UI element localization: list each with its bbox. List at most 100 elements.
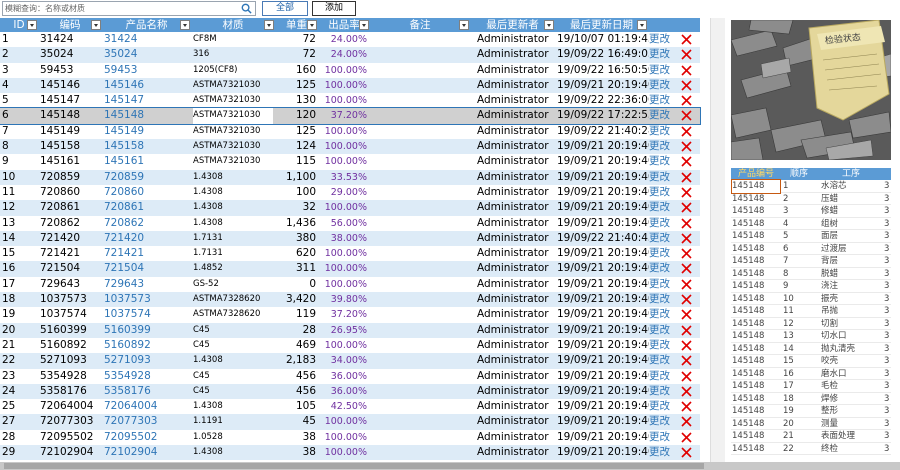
product-name-link[interactable]: 720861 [104, 200, 188, 215]
edit-link[interactable]: 更改 [649, 185, 674, 200]
close-icon[interactable] [681, 432, 692, 443]
product-name-link[interactable]: 720860 [104, 185, 188, 200]
delete-button[interactable] [680, 78, 694, 93]
close-icon[interactable] [681, 370, 692, 382]
table-row[interactable]: 6 145148 145148 ASTMA7321030 120 37.20% Admini… [0, 107, 701, 125]
edit-link[interactable]: 更改 [649, 93, 674, 108]
delete-button[interactable] [680, 323, 694, 338]
table-row[interactable]: 22 5271093 5271093 1.4308 2,183 34.00% Adminis… [0, 353, 700, 369]
filter-dropdown-icon[interactable] [91, 20, 101, 30]
filter-dropdown-icon[interactable] [637, 20, 647, 30]
edit-link[interactable]: 更改 [649, 399, 674, 414]
delete-button[interactable] [680, 338, 694, 353]
edit-link[interactable]: 更改 [649, 384, 674, 399]
table-row[interactable]: 27 72077303 72077303 1.1191 45 100.00% Adminis… [0, 414, 700, 430]
close-icon[interactable] [681, 233, 692, 244]
table-row[interactable]: 13 720862 720862 1.4308 1,436 56.00% Administr… [0, 216, 700, 231]
close-icon[interactable] [681, 355, 692, 366]
header-rate[interactable]: 出品率 [318, 18, 370, 32]
delete-button[interactable] [680, 47, 694, 62]
search-input[interactable] [5, 2, 237, 15]
table-row[interactable]: 14 721420 721420 1.7131 380 38.00% Administrat… [0, 230, 700, 247]
delete-button[interactable] [680, 399, 694, 414]
product-name-link[interactable]: 5358176 [104, 384, 188, 399]
edit-link[interactable]: 更改 [649, 154, 674, 169]
table-row[interactable]: 8 145158 145158 ASTMA7321030 124 100.00% Admin… [0, 139, 700, 155]
edit-link[interactable]: 更改 [649, 78, 674, 93]
process-row[interactable]: 145148 9 浇注 3 [731, 280, 891, 293]
close-icon[interactable] [681, 279, 692, 290]
close-icon[interactable] [681, 248, 692, 259]
edit-link[interactable]: 更改 [649, 292, 674, 307]
search-icon[interactable] [241, 3, 252, 14]
table-row[interactable]: 19 1037574 1037574 ASTMA7328620 119 37.20% Adm… [0, 307, 700, 322]
table-row[interactable]: 28 72095502 72095502 1.0528 38 100.00% Adminis… [0, 430, 700, 445]
filter-dropdown-icon[interactable] [264, 20, 274, 30]
close-icon[interactable] [681, 325, 692, 336]
product-name-link[interactable]: 720862 [104, 216, 188, 231]
edit-link[interactable]: 更改 [649, 124, 674, 139]
close-icon[interactable] [681, 49, 692, 60]
edit-link[interactable]: 更改 [649, 200, 674, 215]
delete-button[interactable] [680, 216, 694, 231]
edit-link[interactable]: 更改 [649, 338, 674, 353]
process-row[interactable]: 145148 5 面层 3 [731, 230, 891, 243]
process-row[interactable]: 145148 6 过渡层 3 [731, 243, 891, 255]
edit-link[interactable]: 更改 [649, 277, 674, 292]
delete-button[interactable] [680, 292, 694, 307]
table-row[interactable]: 18 1037573 1037573 ASTMA7328620 3,420 39.80% A… [0, 292, 700, 308]
header-process[interactable]: 工序 [817, 168, 885, 180]
edit-link[interactable]: 更改 [649, 170, 674, 185]
table-row[interactable]: 23 5354928 5354928 C45 456 36.00% Administrato… [0, 369, 700, 384]
close-icon[interactable] [681, 447, 692, 458]
header-code[interactable]: 编码 [38, 18, 102, 32]
edit-link[interactable]: 更改 [649, 307, 674, 322]
process-row[interactable]: 145148 18 焊修 3 [731, 393, 891, 405]
table-row[interactable]: 2 35024 35024 316 72 24.00% Administrator 19/09… [0, 47, 700, 63]
process-row[interactable]: 145148 21 表面处理 3 [731, 430, 891, 443]
table-row[interactable]: 15 721421 721421 1.7131 620 100.00% Administra… [0, 246, 700, 261]
show-all-button[interactable]: 全部 [262, 1, 308, 16]
process-row[interactable]: 145148 17 毛检 3 [731, 380, 891, 393]
search-box[interactable] [2, 1, 256, 16]
process-row[interactable]: 145148 11 吊抛 3 [731, 305, 891, 318]
edit-link[interactable]: 更改 [649, 32, 674, 47]
table-row[interactable]: 24 5358176 5358176 C45 456 36.00% Administrato… [0, 383, 700, 400]
close-icon[interactable] [681, 202, 692, 213]
product-name-link[interactable]: 5271093 [104, 353, 188, 368]
delete-button[interactable] [680, 63, 694, 78]
close-icon[interactable] [681, 263, 692, 275]
edit-link[interactable]: 更改 [649, 231, 674, 246]
product-name-link[interactable]: 721504 [104, 261, 188, 276]
delete-button[interactable] [680, 430, 694, 445]
table-row[interactable]: 25 72064004 72064004 1.4308 105 42.50% Adminis… [0, 399, 700, 414]
product-name-link[interactable]: 1037573 [104, 292, 188, 307]
delete-button[interactable] [680, 261, 694, 276]
header-updated[interactable]: 最后更新日期 [555, 18, 648, 32]
close-icon[interactable] [681, 340, 692, 351]
close-icon[interactable] [681, 34, 692, 45]
edit-link[interactable]: 更改 [649, 246, 674, 261]
scrollbar-thumb[interactable] [4, 463, 704, 469]
delete-button[interactable] [680, 307, 694, 322]
product-name-link[interactable]: 721420 [104, 231, 188, 246]
product-name-link[interactable]: 721421 [104, 246, 188, 261]
filter-dropdown-icon[interactable] [359, 20, 369, 30]
product-name-link[interactable]: 5354928 [104, 369, 188, 384]
close-icon[interactable] [681, 156, 692, 167]
delete-button[interactable] [680, 154, 694, 169]
edit-link[interactable]: 更改 [649, 353, 674, 368]
close-icon[interactable] [681, 294, 692, 305]
close-icon[interactable] [681, 172, 692, 183]
edit-link[interactable]: 更改 [649, 108, 674, 123]
delete-button[interactable] [680, 185, 694, 200]
header-product-code[interactable]: 产品编号 [731, 168, 781, 180]
header-remark[interactable]: 备注 [370, 18, 470, 32]
filter-dropdown-icon[interactable] [307, 20, 317, 30]
edit-link[interactable]: 更改 [649, 414, 674, 429]
edit-link[interactable]: 更改 [649, 261, 674, 276]
header-name[interactable]: 产品名称 [102, 18, 191, 32]
table-row[interactable]: 3 59453 59453 1205(CF8) 160 100.00% Administra… [0, 63, 700, 78]
vertical-scrollbar[interactable] [710, 18, 725, 462]
header-weight[interactable]: 单重 [275, 18, 318, 32]
